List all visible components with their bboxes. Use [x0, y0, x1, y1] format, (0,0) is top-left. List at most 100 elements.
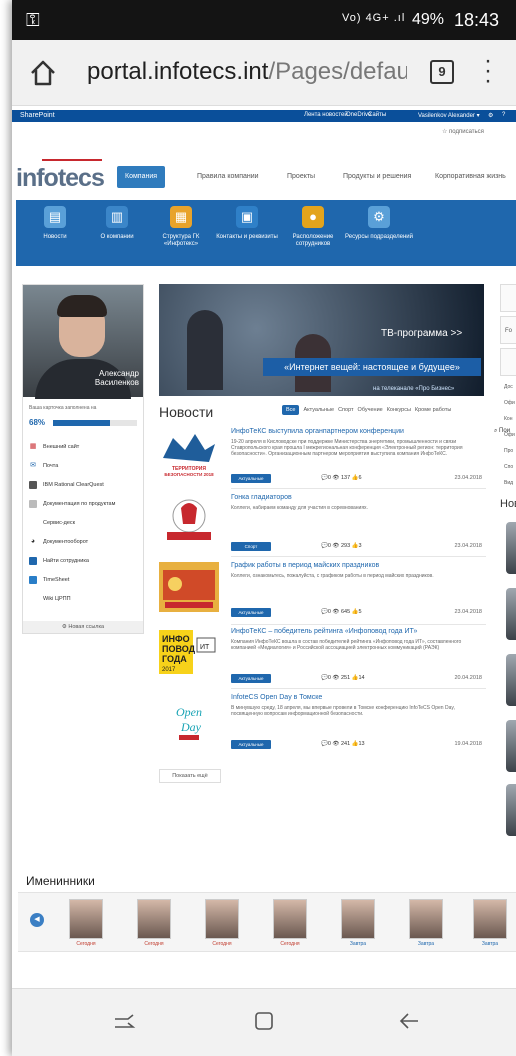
- avatar[interactable]: [506, 522, 516, 574]
- browser-page: ⚿ Vo) 4G+ .ıl 49% 18:43 portal.infotecs.…: [12, 0, 516, 1056]
- tag-badge[interactable]: Актуальные: [231, 608, 271, 617]
- new-link-button[interactable]: ⚙ Новая ссылка: [23, 621, 143, 633]
- link-external-site[interactable]: ▦ Внешний сайт: [29, 437, 139, 456]
- avatar[interactable]: [506, 720, 516, 772]
- home-button-icon[interactable]: [252, 1009, 276, 1033]
- blank-icon: [29, 519, 37, 527]
- avatar[interactable]: [506, 588, 516, 640]
- battery-percent: 49%: [412, 11, 445, 28]
- timesheet-icon: [29, 575, 37, 584]
- news-stats: 💬0 👁 241 👍13: [321, 741, 365, 747]
- tabs-button[interactable]: 9: [430, 60, 454, 84]
- right-box[interactable]: [500, 284, 516, 312]
- quick-resources[interactable]: ⚙ Ресурсы подразделений: [344, 206, 414, 241]
- nav-products[interactable]: Продукты и решения: [343, 166, 411, 188]
- gladiator-thumb: [167, 499, 211, 540]
- birthday-person[interactable]: Сегодня: [202, 899, 242, 947]
- news-item[interactable]: ТЕРРИТОРИЯ БЕЗОПАСНОСТИ 2018 ИнфоТеКС выс…: [159, 428, 486, 490]
- news-item[interactable]: ИНФО ПОВОД ГОДА 2017 ИТ ИнфоТеКС – победител…: [159, 628, 486, 690]
- quick-news[interactable]: ▤ Новости: [20, 206, 90, 241]
- security-territory-thumb: ТЕРРИТОРИЯБЕЗОПАСНОСТИ 2018: [163, 434, 215, 477]
- infotecs-logo[interactable]: infotecs: [16, 159, 105, 193]
- tag-badge[interactable]: Актуальные: [231, 740, 271, 749]
- link-servicedesk[interactable]: Сервис-деск: [29, 513, 139, 532]
- birthday-person[interactable]: Завтра: [406, 899, 446, 947]
- birthday-person[interactable]: Сегодня: [134, 899, 174, 947]
- avatar[interactable]: [506, 784, 516, 836]
- birthday-person[interactable]: Завтра: [470, 899, 510, 947]
- quick-about[interactable]: ▥ О компании: [82, 206, 152, 241]
- sharepoint-bar: SharePoint Лента новостей OneDrive Сайты…: [12, 110, 516, 122]
- profile-photo[interactable]: Александр Василенков: [23, 285, 143, 399]
- sp-link-news[interactable]: Лента новостей: [304, 112, 348, 118]
- infopovod-thumb: ИНФОПОВОДГОДА 2017 ИТ: [159, 630, 216, 674]
- tag-badge[interactable]: Актуальные: [231, 674, 271, 683]
- filter-sport[interactable]: Спорт: [338, 407, 353, 413]
- novelty-heading: Нов: [500, 498, 516, 510]
- birthday-person[interactable]: Завтра: [338, 899, 378, 947]
- url-field[interactable]: portal.infotecs.int/Pages/default.a:: [87, 58, 407, 86]
- show-more-button[interactable]: Показать ещё: [159, 769, 221, 783]
- sp-user[interactable]: Vasilenkov Alexander ▾: [418, 112, 480, 119]
- nav-corporate[interactable]: Корпоративная жизнь: [435, 166, 506, 188]
- tv-banner[interactable]: ТВ-программа >> «Интернет вещей: настоящ…: [159, 284, 484, 396]
- nav-rules[interactable]: Правила компании: [197, 166, 259, 188]
- right-box[interactable]: Fo: [500, 316, 516, 344]
- more-menu-icon[interactable]: · · ·: [484, 49, 492, 93]
- svg-text:БЕЗОПАСНОСТИ 2018: БЕЗОПАСНОСТИ 2018: [164, 472, 214, 477]
- search-icon: ⌕: [494, 428, 498, 434]
- building-icon: ▥: [106, 206, 128, 228]
- quick-structure[interactable]: ▦ Структура ГК «Инфотекс»: [146, 206, 216, 248]
- news-stats: 💬0 👁 293 👍3: [321, 543, 362, 549]
- home-icon[interactable]: [28, 58, 58, 88]
- news-date: 23.04.2018: [454, 543, 482, 549]
- news-item[interactable]: Гонка гладиаторов Коллеги, набираем кома…: [159, 494, 486, 558]
- help-icon[interactable]: ?: [502, 112, 505, 118]
- svg-text:2017: 2017: [162, 667, 176, 673]
- quick-location[interactable]: ● Расположение сотрудников: [278, 206, 348, 248]
- link-mail[interactable]: ✉ Почта: [29, 456, 139, 475]
- right-box[interactable]: [500, 348, 516, 376]
- nav-company[interactable]: Компания: [117, 166, 166, 188]
- news-item[interactable]: График работы в период майских празднико…: [159, 562, 486, 626]
- avatar[interactable]: [506, 654, 516, 706]
- banner-tv: ТВ-программа >>: [381, 328, 463, 339]
- profile-progress: [53, 420, 137, 426]
- svg-text:ПОВОД: ПОВОД: [162, 644, 196, 654]
- tag-badge[interactable]: Спорт: [231, 542, 271, 551]
- address-bar: portal.infotecs.int/Pages/default.a: 9 ·…: [12, 40, 516, 106]
- birthday-person[interactable]: Сегодня: [66, 899, 106, 947]
- banner-title: «Интернет вещей: настоящее и будущее»: [263, 358, 481, 376]
- follow-link[interactable]: ☆ подписаться: [442, 128, 484, 135]
- filter-non-work[interactable]: Кроме работы: [415, 407, 451, 413]
- news-stats: 💬0 👁 251 👍14: [321, 675, 365, 681]
- profile-fill-text: Ваша карточка заполнена на: [29, 405, 97, 411]
- sharepoint-brand[interactable]: SharePoint: [20, 112, 55, 119]
- link-clearquest[interactable]: IBM Rational ClearQuest: [29, 475, 139, 494]
- quick-links-bar: ▤ Новости ▥ О компании ▦ Структура ГК «Инфо…: [16, 200, 516, 437]
- nav-projects[interactable]: Проекты: [287, 166, 315, 188]
- link-wiki[interactable]: Wiki ЦРПП: [29, 589, 139, 608]
- link-find-employee[interactable]: Найти сотрудника: [29, 551, 139, 570]
- back-icon[interactable]: [398, 1009, 422, 1033]
- quick-contacts[interactable]: ▣ Контакты и реквизиты: [212, 206, 282, 241]
- link-timesheet[interactable]: TimeSheet: [29, 570, 139, 589]
- birthdays-carousel: ◀ Сегодня Сегодня Сегодня Сегодня Завтра…: [18, 892, 516, 952]
- gear-icon: ⚙: [368, 206, 390, 228]
- link-docs[interactable]: Документация по продуктам: [29, 494, 139, 513]
- birthday-person[interactable]: Сегодня: [270, 899, 310, 947]
- gear-icon[interactable]: ⚙: [488, 112, 493, 119]
- recent-apps-icon[interactable]: [112, 1009, 136, 1033]
- filter-all[interactable]: Все: [282, 405, 300, 415]
- filter-learning[interactable]: Обучение: [358, 407, 383, 413]
- may-holidays-thumb: [159, 562, 219, 612]
- sp-link-sites[interactable]: Сайты: [368, 112, 386, 118]
- chevron-left-icon[interactable]: ◀: [30, 913, 44, 927]
- key-icon: ⚿: [26, 10, 40, 30]
- news-item[interactable]: Open Day InfoteCS Open Day в Томске В мин…: [159, 694, 486, 758]
- filter-contests[interactable]: Конкурсы: [387, 407, 411, 413]
- link-docflow[interactable]: ◕ Документооборот: [29, 532, 139, 551]
- status-bar: ⚿ Vo) 4G+ .ıl 49% 18:43: [12, 0, 516, 40]
- filter-actual[interactable]: Актуальные: [303, 407, 334, 413]
- tag-badge[interactable]: Актуальные: [231, 474, 271, 483]
